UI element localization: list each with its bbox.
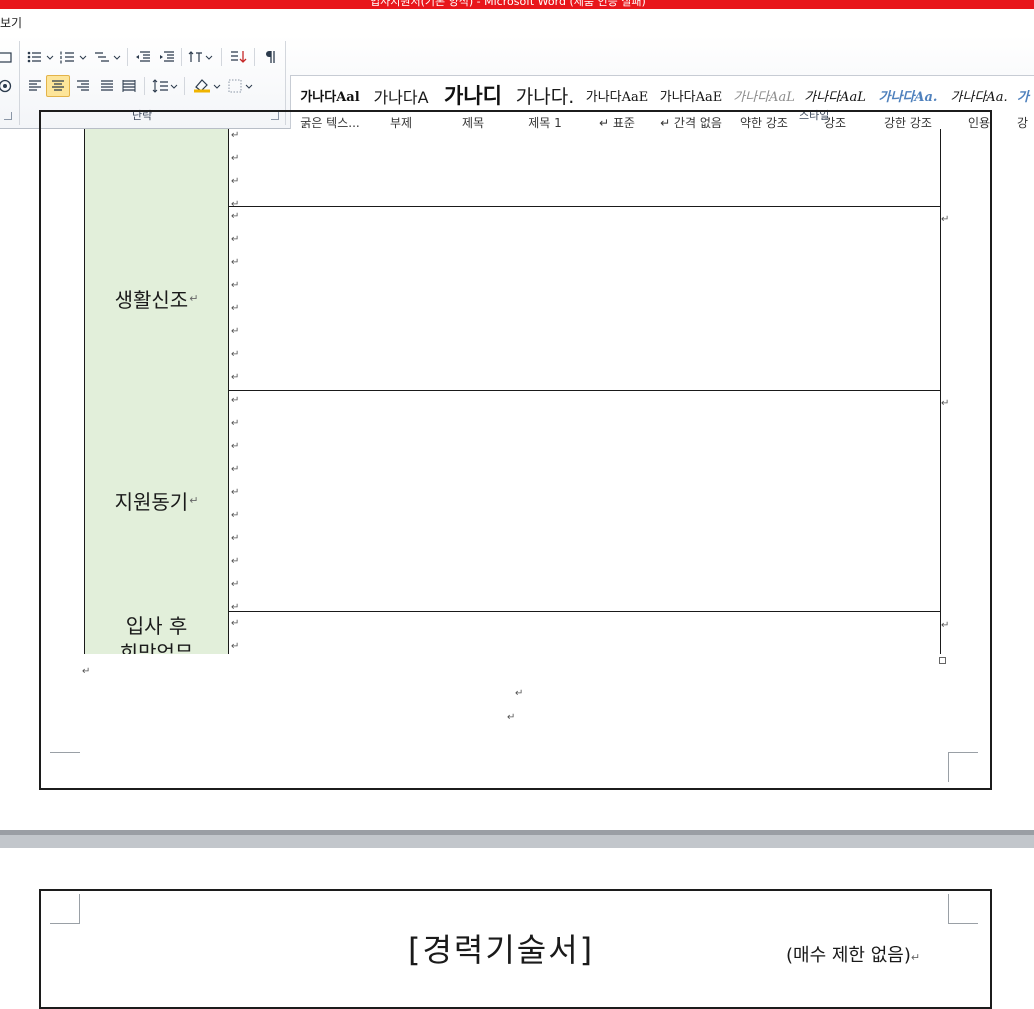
page-limit-note: (매수 제한 없음)↵ <box>786 945 921 966</box>
separator <box>254 48 255 66</box>
table-row[interactable]: 입사 후 희망업무 <box>84 611 941 654</box>
style-sample: 가나디 <box>444 84 502 108</box>
sort-button[interactable] <box>226 46 250 68</box>
group-separator <box>19 41 20 125</box>
cell-border <box>940 611 941 654</box>
row-label-life-motto: 생활신조 ↵ <box>84 206 229 390</box>
paragraph-mark: ↵ <box>231 618 240 629</box>
line-spacing-button[interactable] <box>150 75 180 97</box>
enclose-characters-icon[interactable] <box>0 75 14 97</box>
paragraph-mark: ↵ <box>231 153 240 164</box>
paragraph-mark: ↵ <box>231 418 240 429</box>
increase-indent-button[interactable] <box>156 46 178 68</box>
paragraph-mark: ↵ <box>231 533 240 544</box>
cell-border <box>940 129 941 206</box>
crop-mark-icon <box>948 894 978 924</box>
text-direction-button[interactable] <box>186 46 216 68</box>
row-label-motivation: 지원동기 ↵ <box>84 390 229 611</box>
style-sample: 가나다. <box>515 86 575 108</box>
table-resize-handle[interactable] <box>939 657 946 664</box>
application-table: 생활신조 ↵ 지원동기 ↵ 입사 후 희망업무 <box>84 129 941 654</box>
row-label <box>84 129 229 206</box>
table-row[interactable]: 지원동기 ↵ <box>84 390 941 612</box>
style-sample: 가나다AaL <box>733 90 795 105</box>
text-highlight-icon[interactable] <box>0 46 14 68</box>
paragraph-mark: ↵ <box>231 130 240 141</box>
separator <box>144 77 145 95</box>
table-row[interactable] <box>84 129 941 207</box>
table-row[interactable]: 생활신조 ↵ <box>84 206 941 391</box>
style-sample: 가나다A <box>373 88 429 107</box>
separator <box>181 48 182 66</box>
font-dialog-launcher-icon[interactable] <box>4 112 12 120</box>
crop-mark-icon <box>50 894 80 924</box>
paragraph-mark: ↵ <box>231 602 240 613</box>
paragraph-mark: ↵ <box>231 464 240 475</box>
row-end-mark: ↵ <box>941 214 950 225</box>
menu-tab-row: 보기 <box>0 9 1034 36</box>
tab-view[interactable]: 보기 <box>0 14 22 31</box>
career-statement-title: [경력기술서] <box>408 931 595 969</box>
crop-mark-icon <box>948 752 978 782</box>
paragraph-mark: ↵ <box>231 556 240 567</box>
justify-button[interactable] <box>96 75 118 97</box>
title-bar: 입사지원서(기본 양식) - Microsoft Word (제품 인증 실패) <box>0 0 1034 9</box>
paragraph-mark: ↵ <box>507 712 516 723</box>
separator <box>221 48 222 66</box>
paragraph-mark: ↵ <box>231 176 240 187</box>
style-sample: 가나다AaL <box>804 90 866 105</box>
separator <box>127 48 128 66</box>
paragraph-mark: ↵ <box>231 257 240 268</box>
style-sample: 가나다Aal <box>300 90 360 105</box>
paragraph-mark: ↵ <box>231 303 240 314</box>
align-left-button[interactable] <box>24 75 46 97</box>
paragraph-mark: ↵ <box>231 326 240 337</box>
paragraph-mark: ↵ <box>231 395 240 406</box>
paragraph-mark: ↵ <box>231 487 240 498</box>
decrease-indent-button[interactable] <box>132 46 154 68</box>
style-sample: 가나다AaE <box>585 90 649 105</box>
style-sample: 가나다Aa. <box>878 90 938 105</box>
style-sample: 가나다AaE <box>659 90 723 105</box>
separator <box>184 77 185 95</box>
borders-button[interactable] <box>226 75 256 97</box>
align-right-button[interactable] <box>72 75 94 97</box>
paragraph-mark: ↵ <box>231 372 240 383</box>
paragraph-mark: ↵ <box>231 234 240 245</box>
paragraph-mark: ↵ <box>231 280 240 291</box>
paragraph-mark: ↵ <box>231 641 240 652</box>
distributed-button[interactable] <box>118 75 140 97</box>
paragraph-mark: ↵ <box>231 510 240 521</box>
paragraph-mark: ↵ <box>231 349 240 360</box>
align-center-button[interactable] <box>46 75 70 97</box>
cell-border <box>940 206 941 390</box>
paragraph-mark: ↵ <box>231 579 240 590</box>
row-label-desired-work: 입사 후 희망업무 <box>84 611 229 654</box>
shading-button[interactable] <box>190 75 224 97</box>
show-paragraph-marks-button[interactable] <box>260 46 282 68</box>
page-gap <box>0 830 1034 848</box>
paragraph-mark: ↵ <box>82 666 91 677</box>
bullets-button[interactable] <box>26 46 56 68</box>
paragraph-mark: ↵ <box>515 688 524 699</box>
style-sample: 가나다Aa. <box>950 90 1008 105</box>
multilevel-list-button[interactable] <box>92 46 124 68</box>
crop-mark-icon <box>50 752 80 782</box>
paragraph-mark: ↵ <box>231 199 240 210</box>
row-end-mark: ↵ <box>941 620 950 631</box>
window-title: 입사지원서(기본 양식) - Microsoft Word (제품 인증 실패) <box>370 0 646 8</box>
paragraph-mark: ↵ <box>231 211 240 222</box>
row-end-mark: ↵ <box>941 398 950 409</box>
style-sample: 가 <box>1017 90 1029 105</box>
numbering-button[interactable] <box>58 46 90 68</box>
cell-border <box>940 390 941 611</box>
paragraph-mark: ↵ <box>231 441 240 452</box>
style-intense-quote[interactable]: 가 강 <box>1017 76 1034 136</box>
